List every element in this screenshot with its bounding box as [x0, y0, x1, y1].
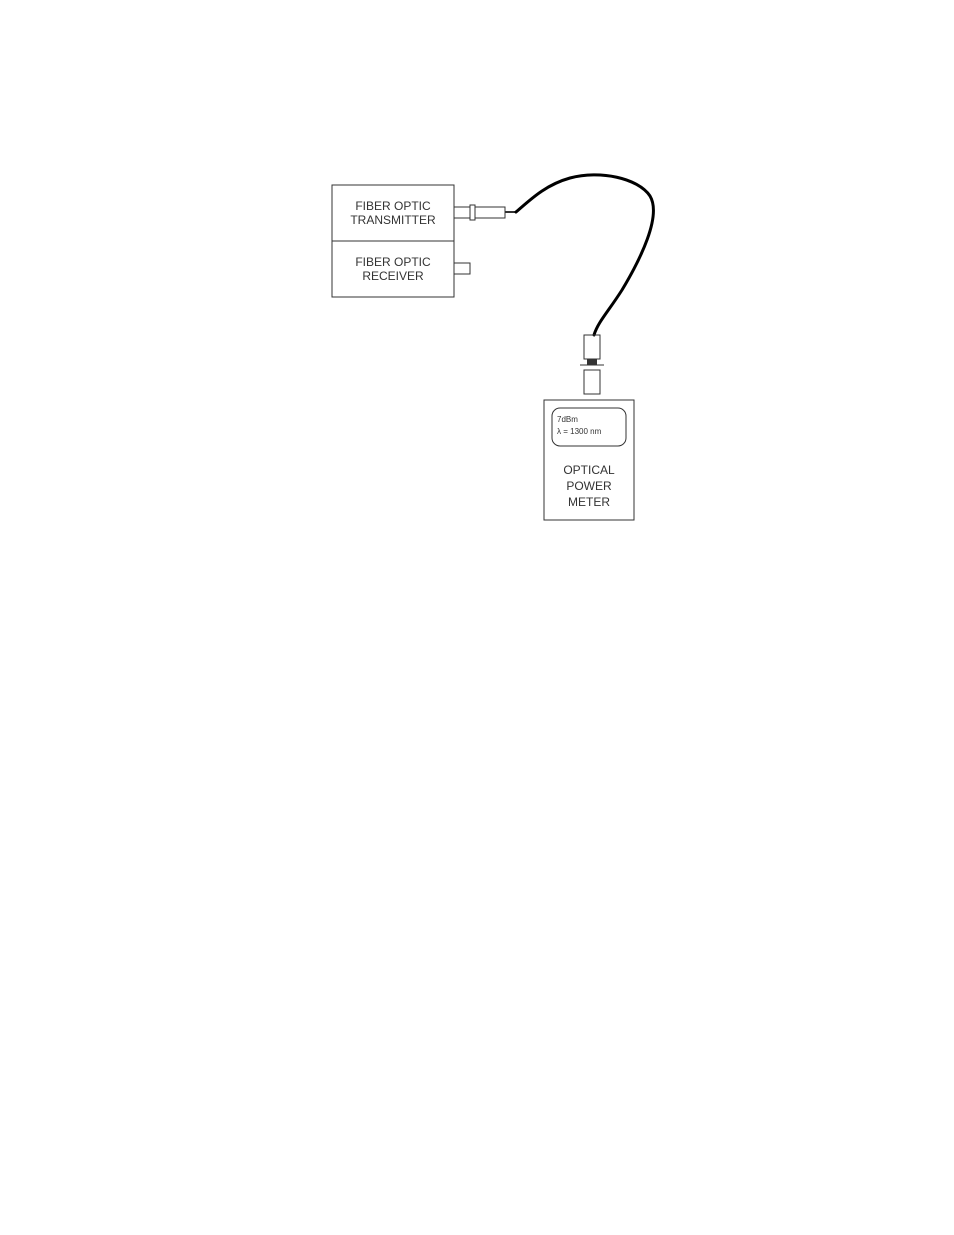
- receiver-port: [454, 263, 470, 274]
- transmitter-label-line1: FIBER OPTIC: [355, 199, 431, 213]
- transmitter-label-line2: TRANSMITTER: [350, 213, 436, 227]
- meter-label-line1: OPTICAL: [563, 463, 615, 477]
- meter-label-line2: POWER: [566, 479, 612, 493]
- fiber-optic-diagram: FIBER OPTIC TRANSMITTER FIBER OPTIC RECE…: [0, 0, 954, 1235]
- optical-power-meter: 7dBm λ = 1300 nm OPTICAL POWER METER: [544, 400, 634, 520]
- meter-reading-power: 7dBm: [557, 415, 578, 424]
- meter-reading-wavelength: λ = 1300 nm: [557, 427, 602, 436]
- meter-label-line3: METER: [568, 495, 610, 509]
- receiver-label-line1: FIBER OPTIC: [355, 255, 431, 269]
- receiver-label-line2: RECEIVER: [362, 269, 424, 283]
- fiber-cable: [516, 175, 653, 335]
- transmitter-port: [454, 205, 516, 220]
- transceiver-block: FIBER OPTIC TRANSMITTER FIBER OPTIC RECE…: [332, 185, 454, 297]
- meter-input-connector: [580, 335, 604, 394]
